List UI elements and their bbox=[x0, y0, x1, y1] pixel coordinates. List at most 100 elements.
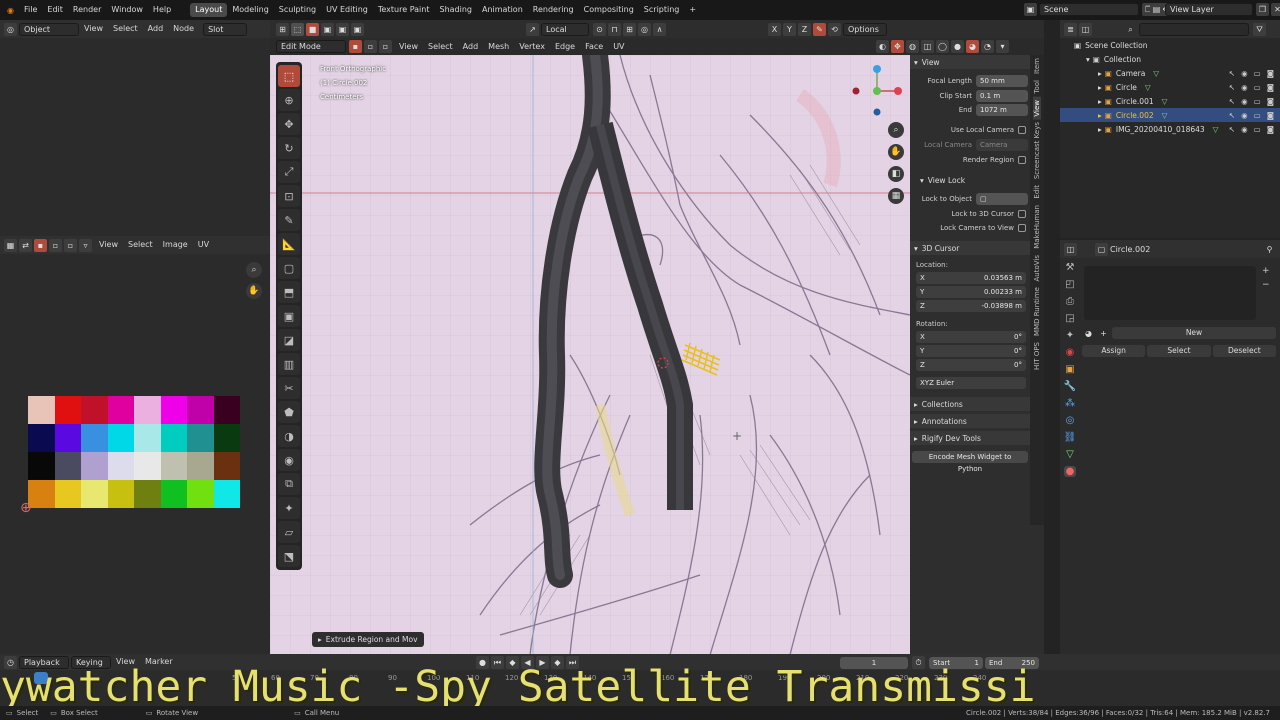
select-box-invert-icon[interactable]: ▣ bbox=[351, 22, 364, 36]
node-menu-node[interactable]: Node bbox=[168, 22, 199, 36]
tab-sculpting[interactable]: Sculpting bbox=[274, 3, 321, 17]
material-tab-icon[interactable]: ● bbox=[1063, 466, 1077, 477]
bevel-tool[interactable]: ◪ bbox=[278, 329, 300, 351]
orientation-dropdown[interactable]: Local bbox=[541, 22, 589, 36]
uv-zoom-icon[interactable]: ⌕ bbox=[246, 262, 262, 278]
select-box-new-icon[interactable]: ■ bbox=[306, 22, 319, 36]
select-button[interactable]: Select bbox=[1147, 345, 1211, 357]
shading-options-icon[interactable]: ▾ bbox=[996, 40, 1009, 53]
expand-arrow-icon[interactable]: ▸ bbox=[1098, 97, 1102, 106]
options-dropdown[interactable]: Options bbox=[843, 22, 887, 36]
render-toggle-icon[interactable]: ◙ bbox=[1267, 69, 1274, 78]
lock-to-object-field[interactable]: ▢ bbox=[976, 193, 1028, 205]
eye-icon[interactable]: ◉ bbox=[1241, 69, 1248, 78]
rip-tool[interactable]: ⬔ bbox=[278, 545, 300, 567]
transform-tool[interactable]: ⊡ bbox=[278, 185, 300, 207]
pan-icon[interactable]: ✋ bbox=[888, 144, 904, 160]
tab-scripting[interactable]: Scripting bbox=[639, 3, 685, 17]
add-workspace-button[interactable]: + bbox=[684, 3, 701, 17]
tab-compositing[interactable]: Compositing bbox=[579, 3, 639, 17]
slot-dropdown[interactable]: Slot bbox=[203, 22, 248, 36]
menu-edit[interactable]: Edit bbox=[42, 3, 68, 17]
sidebar-tab-hit-ops[interactable]: HIT OPS bbox=[1033, 339, 1041, 373]
falloff-icon[interactable]: ∧ bbox=[653, 22, 666, 36]
uv-menu-select[interactable]: Select bbox=[123, 238, 158, 252]
menu-file[interactable]: File bbox=[19, 3, 42, 17]
vertex-select-icon[interactable]: ▪ bbox=[34, 238, 47, 252]
select-box-subtract-icon[interactable]: ▣ bbox=[336, 22, 349, 36]
pin-icon[interactable]: ⚲ bbox=[1263, 243, 1276, 256]
loop-cut-tool[interactable]: ▥ bbox=[278, 353, 300, 375]
select-tool-icon[interactable]: ⬚ bbox=[291, 22, 304, 36]
face-mode-icon[interactable]: ▫ bbox=[379, 40, 392, 53]
face-select-icon[interactable]: ▫ bbox=[64, 238, 77, 252]
scene-selector[interactable]: Scene bbox=[1039, 3, 1139, 16]
menu-help[interactable]: Help bbox=[148, 3, 176, 17]
new-material-plus-icon[interactable]: + bbox=[1097, 327, 1110, 340]
tab-shading[interactable]: Shading bbox=[434, 3, 477, 17]
rotation-x-field[interactable]: X 0° bbox=[916, 331, 1026, 343]
properties-type-icon[interactable]: ◫ bbox=[1064, 242, 1077, 256]
use-local-camera-checkbox[interactable] bbox=[1018, 126, 1026, 134]
mesh-tool-icon[interactable]: ✎ bbox=[813, 22, 826, 36]
visibility-icon[interactable]: ◐ bbox=[876, 40, 889, 53]
mirror-z-button[interactable]: Z bbox=[798, 22, 811, 36]
lock-camera-checkbox[interactable] bbox=[1018, 224, 1026, 232]
blender-logo-icon[interactable]: ◉ bbox=[4, 4, 17, 17]
tab-texture-paint[interactable]: Texture Paint bbox=[373, 3, 435, 17]
location-z-field[interactable]: Z -0.03898 m bbox=[916, 300, 1026, 312]
node-menu-add[interactable]: Add bbox=[143, 22, 169, 36]
lock-3d-cursor-checkbox[interactable] bbox=[1018, 210, 1026, 218]
outliner-item[interactable]: ▸ ▣ IMG_20200410_018643 ▽ ↖ ◉ ▭ ◙ bbox=[1060, 122, 1280, 136]
viewport-toggle-icon[interactable]: ▭ bbox=[1254, 83, 1261, 92]
camera-view-icon[interactable]: ◧ bbox=[888, 166, 904, 182]
scene-tab-icon[interactable]: ✦ bbox=[1066, 330, 1074, 341]
shrink-tool[interactable]: ✦ bbox=[278, 497, 300, 519]
tab-rendering[interactable]: Rendering bbox=[528, 3, 579, 17]
location-y-field[interactable]: Y 0.00233 m bbox=[916, 286, 1026, 298]
mirror-y-button[interactable]: Y bbox=[783, 22, 796, 36]
tab-uv-editing[interactable]: UV Editing bbox=[321, 3, 373, 17]
collections-panel-header[interactable]: ▸ Collections bbox=[910, 397, 1030, 411]
local-camera-field[interactable]: Camera bbox=[976, 139, 1028, 151]
uv-pan-icon[interactable]: ✋ bbox=[246, 283, 262, 299]
constraints-tab-icon[interactable]: ⛓ bbox=[1064, 432, 1077, 443]
outliner-search-icon[interactable]: ⌕ bbox=[1124, 23, 1137, 36]
vp-menu-add[interactable]: Add bbox=[458, 40, 484, 54]
render-toggle-icon[interactable]: ◙ bbox=[1267, 125, 1274, 134]
clip-end-field[interactable]: 1072 m bbox=[976, 104, 1028, 116]
knife-tool[interactable]: ✂ bbox=[278, 377, 300, 399]
modifier-tab-icon[interactable]: 🔧 bbox=[1064, 381, 1076, 392]
scene-collection-row[interactable]: ▣ Scene Collection bbox=[1060, 38, 1280, 52]
uv-sync-icon[interactable]: ⇄ bbox=[19, 238, 32, 252]
navigation-gizmo[interactable] bbox=[850, 62, 904, 116]
physics-tab-icon[interactable]: ◎ bbox=[1066, 415, 1075, 426]
tab-modeling[interactable]: Modeling bbox=[227, 3, 273, 17]
annotate-tool[interactable]: ✎ bbox=[278, 209, 300, 231]
vp-menu-select[interactable]: Select bbox=[423, 40, 458, 54]
select-box-tool[interactable]: ⬚ bbox=[278, 65, 300, 87]
viewport-editor-type-icon[interactable]: ⊞ bbox=[276, 22, 289, 36]
object-tab-icon[interactable]: ▣ bbox=[1065, 364, 1074, 375]
scale-tool[interactable]: ⤢ bbox=[278, 161, 300, 183]
vp-menu-vertex[interactable]: Vertex bbox=[514, 40, 550, 54]
smooth-tool[interactable]: ◉ bbox=[278, 449, 300, 471]
rotation-z-field[interactable]: Z 0° bbox=[916, 359, 1026, 371]
render-toggle-icon[interactable]: ◙ bbox=[1267, 111, 1274, 120]
sidebar-tab-view[interactable]: View bbox=[1033, 96, 1041, 120]
view-panel-header[interactable]: ▾ View bbox=[910, 55, 1030, 69]
render-toggle-icon[interactable]: ◙ bbox=[1267, 83, 1274, 92]
view-layer-tab-icon[interactable]: ◲ bbox=[1065, 313, 1074, 324]
shear-tool[interactable]: ▱ bbox=[278, 521, 300, 543]
select-toggle-icon[interactable]: ↖ bbox=[1229, 83, 1235, 92]
viewport-toggle-icon[interactable]: ▭ bbox=[1254, 125, 1261, 134]
cursor-tool[interactable]: ⊕ bbox=[278, 89, 300, 111]
uv-menu-uv[interactable]: UV bbox=[193, 238, 214, 252]
copy-view-layer-icon[interactable]: ❐ bbox=[1256, 3, 1269, 16]
tab-animation[interactable]: Animation bbox=[477, 3, 528, 17]
world-tab-icon[interactable]: ◉ bbox=[1066, 347, 1075, 358]
eye-icon[interactable]: ◉ bbox=[1241, 125, 1248, 134]
overlay-icon[interactable]: ◍ bbox=[906, 40, 919, 53]
sidebar-tab-edit[interactable]: Edit bbox=[1033, 182, 1041, 202]
expand-arrow-icon[interactable]: ▸ bbox=[1098, 125, 1102, 134]
